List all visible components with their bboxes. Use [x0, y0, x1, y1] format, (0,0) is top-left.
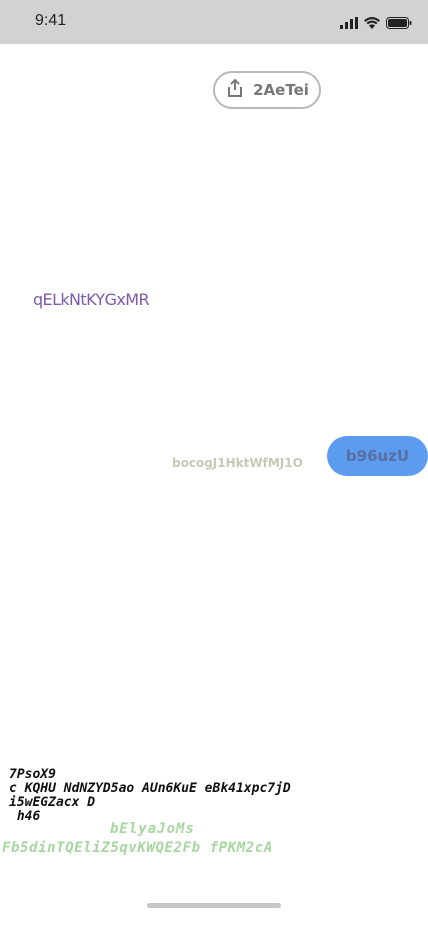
status-bar: 9:41 [0, 0, 428, 44]
share-button[interactable]: 2AeTei [213, 71, 321, 109]
share-icon [225, 78, 245, 102]
mono-line: i5wEGZacx D [9, 795, 96, 810]
status-icons [340, 14, 412, 33]
signal-icon [340, 14, 358, 33]
green-text-line-2: Fb5dinTQEliZ5qvKWQE2Fb fPKM2cA [2, 840, 273, 856]
purple-text: qELkNtKYGxMR [33, 290, 150, 309]
wifi-icon [364, 14, 380, 33]
status-time: 9:41 [35, 12, 67, 29]
mono-text-block: 7PsoX9 c KQHU NdNZYD5ao AUn6KuE eBk41xpc7… [9, 768, 291, 824]
home-indicator[interactable] [147, 903, 281, 908]
green-text-line-1: bElyaJoMs [110, 821, 195, 837]
battery-icon [386, 14, 412, 33]
primary-pill-button[interactable]: b96uzU [327, 436, 428, 476]
share-button-label: 2AeTei [253, 81, 309, 99]
caption-text: bocogJ1HktWfMJ1O [172, 456, 303, 470]
mono-line: c KQHU NdNZYD5ao AUn6KuE eBk41xpc7jD [9, 781, 291, 796]
mono-line: 7PsoX9 [9, 767, 56, 782]
